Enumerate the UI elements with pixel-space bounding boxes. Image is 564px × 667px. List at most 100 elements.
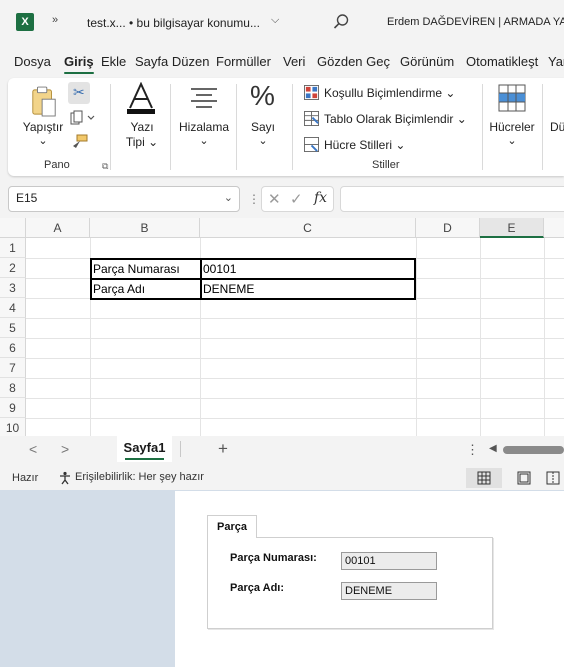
file-options-chevron-icon[interactable]: ⌵ — [271, 14, 279, 27]
column-header-d[interactable]: D — [416, 218, 480, 238]
ribbon-separator — [110, 84, 111, 170]
conditional-formatting-button[interactable]: Koşullu Biçimlendirme ⌄ — [302, 84, 472, 102]
paste-button[interactable]: Yapıştır ⌄ — [18, 84, 66, 150]
tab-file[interactable]: Dosya — [14, 54, 51, 69]
ribbon-separator — [170, 84, 171, 170]
name-box-dropdown-icon[interactable]: ⌄ — [224, 191, 233, 204]
insert-function-icon[interactable]: fx — [314, 190, 327, 206]
alignment-chevron-icon: ⌄ — [199, 135, 209, 147]
next-sheet-icon[interactable]: > — [61, 441, 69, 457]
row-header-2[interactable]: 2 — [0, 258, 26, 278]
tab-divider — [180, 441, 181, 457]
clipboard-icon — [32, 86, 56, 117]
editing-label[interactable]: Dü — [550, 120, 564, 134]
title-bar: X » test.x... • bu bilgisayar konumu... … — [0, 0, 564, 46]
formula-bar-splitter-icon[interactable]: ⋮ — [248, 192, 260, 206]
ribbon-separator — [236, 84, 237, 170]
format-painter-icon[interactable] — [71, 134, 89, 152]
copy-icon[interactable] — [70, 110, 96, 126]
cell-b3[interactable]: Parça Adı — [90, 279, 200, 299]
column-header-b[interactable]: B — [90, 218, 200, 238]
cells-button[interactable]: Hücreler ⌄ — [486, 82, 538, 152]
cell-styles-button[interactable]: Hücre Stilleri ⌄ — [302, 136, 432, 154]
row-header-4[interactable]: 4 — [0, 298, 26, 318]
row-header-5[interactable]: 5 — [0, 318, 26, 338]
previous-sheet-icon[interactable]: < — [29, 441, 37, 457]
tab-data[interactable]: Veri — [283, 54, 305, 69]
sheet-tab-sayfa1[interactable]: Sayfa1 — [117, 436, 172, 462]
row-header-3[interactable]: 3 — [0, 278, 26, 298]
font-button[interactable]: Yazı Tipi ⌄ — [116, 82, 168, 152]
part-number-label: Parça Numarası: — [230, 552, 317, 564]
name-box[interactable]: E15 ⌄ — [8, 186, 240, 212]
tab-home[interactable]: Giriş — [64, 54, 94, 74]
gridline — [416, 238, 417, 436]
number-chevron-icon: ⌄ — [258, 135, 268, 147]
ribbon: Yapıştır ⌄ ✂ Pano ⧉ Yazı Tipi ⌄ Hizalama… — [8, 78, 564, 176]
select-all-corner[interactable] — [0, 218, 26, 238]
ribbon-tabs: Dosya Giriş Ekle Sayfa Düzen Formüller V… — [0, 50, 564, 76]
cancel-icon[interactable]: ✕ — [268, 190, 281, 208]
row-header-6[interactable]: 6 — [0, 338, 26, 358]
status-ready: Hazır — [12, 472, 39, 484]
cell-b2[interactable]: Parça Numarası — [90, 259, 200, 279]
group-styles-label: Stiller — [372, 159, 400, 171]
page-break-view-button[interactable] — [542, 468, 564, 488]
alignment-label: Hizalama — [178, 120, 229, 134]
row-header-8[interactable]: 8 — [0, 378, 26, 398]
quick-access-more-icon[interactable]: » — [52, 14, 58, 26]
tab-review[interactable]: Gözden Geç — [317, 54, 390, 69]
cut-button[interactable]: ✂ — [68, 82, 90, 104]
excel-window: X » test.x... • bu bilgisayar konumu... … — [0, 0, 564, 490]
gridline — [26, 418, 564, 419]
scroll-left-icon[interactable]: ◀ — [489, 443, 497, 454]
tab-page-layout[interactable]: Sayfa Düzen — [135, 54, 209, 69]
number-label: Sayı — [250, 120, 275, 134]
dialog-launcher-icon[interactable]: ⧉ — [102, 161, 108, 172]
tab-formulas[interactable]: Formüller — [216, 54, 271, 69]
tab-part[interactable]: Parça — [207, 515, 257, 538]
cell-c3[interactable]: DENEME — [200, 279, 416, 299]
alignment-button[interactable]: Hizalama ⌄ — [174, 82, 234, 152]
column-header-a[interactable]: A — [26, 218, 90, 238]
tab-help[interactable]: Yar — [548, 54, 564, 69]
column-header-f[interactable] — [544, 218, 564, 238]
tab-automate[interactable]: Otomatikleşt — [466, 54, 538, 69]
gridline — [26, 318, 564, 319]
horizontal-scrollbar[interactable] — [503, 446, 564, 454]
row-header-9[interactable]: 9 — [0, 398, 26, 418]
cell-c2[interactable]: 00101 — [200, 259, 416, 279]
column-header-e[interactable]: E — [480, 218, 544, 238]
sheet-bar-splitter-icon[interactable]: ⋮ — [466, 442, 479, 458]
row-header-10[interactable]: 10 — [0, 418, 26, 436]
user-account-name[interactable]: Erdem DAĞDEVİREN | ARMADA YAZ — [387, 16, 564, 28]
part-name-label: Parça Adı: — [230, 582, 285, 594]
paste-label: Yapıştır — [22, 120, 64, 134]
tab-insert[interactable]: Ekle — [101, 54, 126, 69]
column-header-c[interactable]: C — [200, 218, 416, 238]
normal-view-button[interactable] — [466, 468, 502, 488]
part-number-field[interactable]: 00101 — [341, 552, 437, 570]
format-as-table-button[interactable]: Tablo Olarak Biçimlendir ⌄ — [302, 110, 472, 128]
cell-styles-icon — [304, 137, 319, 152]
conditional-formatting-label: Koşullu Biçimlendirme ⌄ — [324, 86, 456, 100]
add-sheet-icon[interactable]: + — [218, 439, 228, 459]
enter-icon[interactable]: ✓ — [290, 190, 303, 208]
cells-label: Hücreler — [489, 120, 535, 134]
accessibility-status[interactable]: Erişilebilirlik: Her şey hazır — [75, 471, 204, 483]
page-break-view-icon — [546, 471, 560, 485]
gridline — [544, 238, 545, 436]
ribbon-separator — [542, 84, 543, 170]
cells-grid-icon — [498, 84, 526, 112]
formula-bar: E15 ⌄ ⋮ ✕ ✓ fx — [0, 183, 564, 215]
number-button[interactable]: % Sayı ⌄ — [240, 80, 286, 152]
row-header-1[interactable]: 1 — [0, 238, 26, 258]
accessibility-icon[interactable] — [58, 471, 72, 485]
name-box-value: E15 — [16, 191, 38, 205]
row-header-7[interactable]: 7 — [0, 358, 26, 378]
page-layout-view-button[interactable] — [506, 468, 542, 488]
tab-view[interactable]: Görünüm — [400, 54, 454, 69]
part-name-field[interactable]: DENEME — [341, 582, 437, 600]
search-icon[interactable] — [332, 13, 350, 31]
formula-input[interactable] — [340, 186, 564, 212]
